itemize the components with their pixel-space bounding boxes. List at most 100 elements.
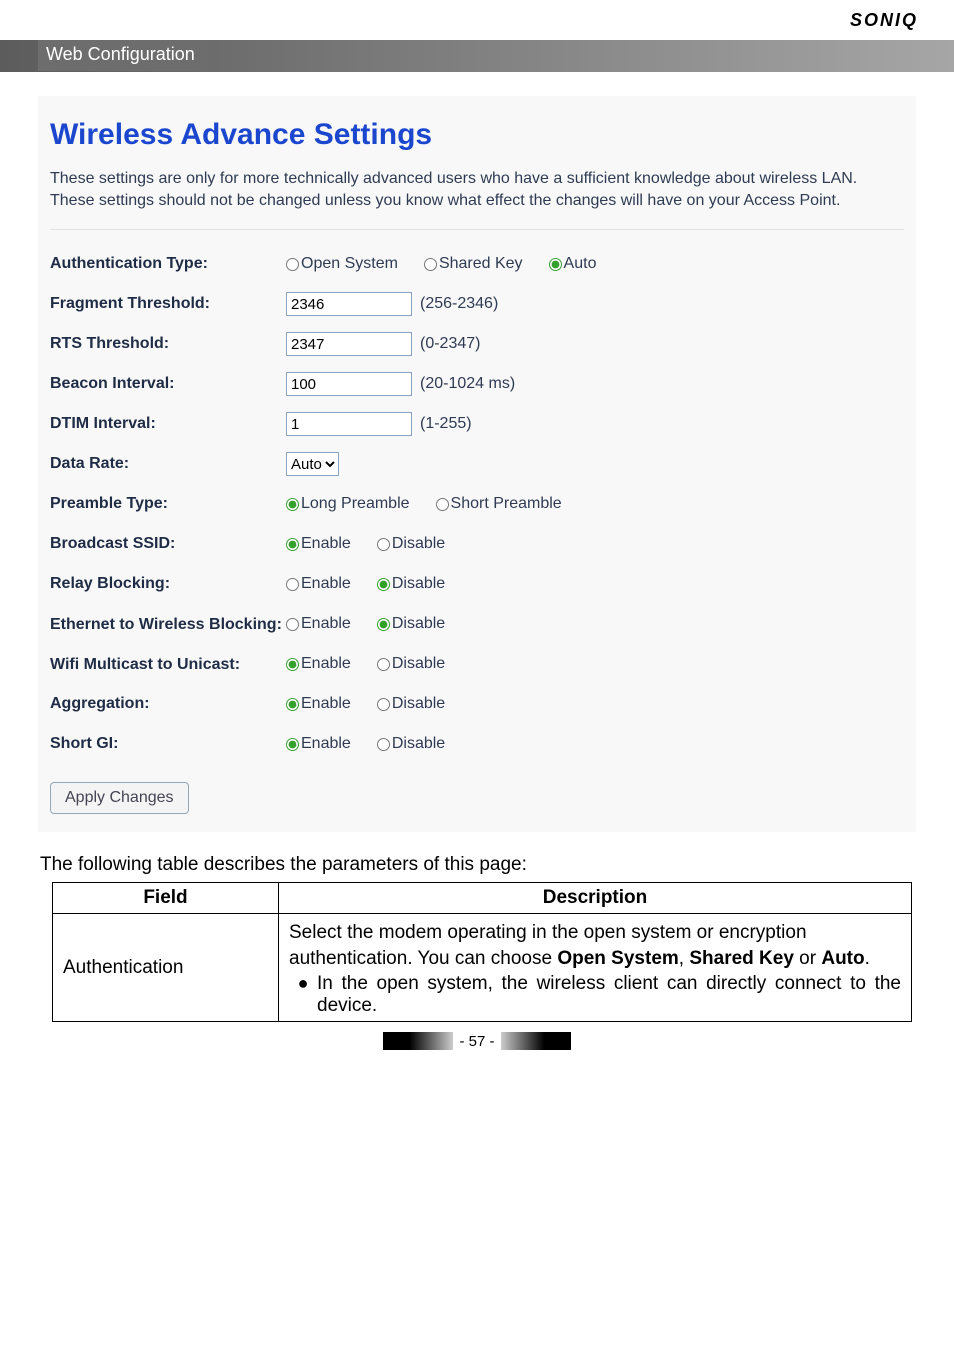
desc-bullet: ● In the open system, the wireless clien… xyxy=(289,973,901,1017)
eth2w-disable-option[interactable]: Disable xyxy=(377,615,445,633)
tab-web-configuration: Web Configuration xyxy=(38,40,207,71)
desc-line: Select the modem operating in the open s… xyxy=(289,920,901,971)
bssid-enable-radio[interactable] xyxy=(286,538,299,551)
eth2w-label: Ethernet to Wireless Blocking: xyxy=(50,615,286,634)
preamble-short-radio[interactable] xyxy=(436,498,449,511)
divider xyxy=(50,229,904,230)
mcast-disable-text: Disable xyxy=(392,655,445,673)
eth2w-disable-text: Disable xyxy=(392,615,445,633)
th-description: Description xyxy=(279,883,912,914)
bssid-enable-text: Enable xyxy=(301,535,351,553)
sgi-label: Short GI: xyxy=(50,735,286,753)
preamble-long-option[interactable]: Long Preamble xyxy=(286,495,410,513)
data-rate-label: Data Rate: xyxy=(50,455,286,473)
bssid-disable-option[interactable]: Disable xyxy=(377,535,445,553)
preamble-short-option[interactable]: Short Preamble xyxy=(436,495,562,513)
beacon-label: Beacon Interval: xyxy=(50,375,286,393)
tab-bar: Web Configuration xyxy=(0,40,954,72)
page-footer: - 57 - xyxy=(38,1028,916,1054)
eth2w-enable-text: Enable xyxy=(301,615,351,633)
eth2w-enable-radio[interactable] xyxy=(286,618,299,631)
auth-open-text: Open System xyxy=(301,255,398,273)
table-row: Authentication Select the modem operatin… xyxy=(53,914,912,1022)
dtim-input[interactable] xyxy=(286,412,412,436)
aggr-disable-radio[interactable] xyxy=(377,698,390,711)
auth-shared-option[interactable]: Shared Key xyxy=(424,255,523,273)
bssid-disable-radio[interactable] xyxy=(377,538,390,551)
page-title: Wireless Advance Settings xyxy=(50,118,904,152)
auth-type-label: Authentication Type: xyxy=(50,255,286,273)
eth2w-disable-radio[interactable] xyxy=(377,618,390,631)
aggr-enable-option[interactable]: Enable xyxy=(286,695,351,713)
bullet-text: In the open system, the wireless client … xyxy=(317,973,901,1017)
frag-input[interactable] xyxy=(286,292,412,316)
relay-disable-radio[interactable] xyxy=(377,578,390,591)
auth-open-option[interactable]: Open System xyxy=(286,255,398,273)
auth-auto-text: Auto xyxy=(564,255,597,273)
frag-range: (256-2346) xyxy=(420,295,498,313)
beacon-input[interactable] xyxy=(286,372,412,396)
sgi-enable-option[interactable]: Enable xyxy=(286,735,351,753)
desc-bold: Open System xyxy=(557,948,678,969)
mcast-enable-radio[interactable] xyxy=(286,658,299,671)
cell-field: Authentication xyxy=(53,914,279,1022)
page-number: - 57 - xyxy=(459,1033,494,1050)
aggr-label: Aggregation: xyxy=(50,695,286,713)
relay-disable-text: Disable xyxy=(392,575,445,593)
desc-bold: Auto xyxy=(821,948,864,969)
auth-auto-radio[interactable] xyxy=(549,258,562,271)
data-rate-select[interactable]: Auto xyxy=(286,452,339,476)
dtim-range: (1-255) xyxy=(420,415,472,433)
desc-text: . xyxy=(865,948,870,969)
frag-label: Fragment Threshold: xyxy=(50,295,286,313)
preamble-long-text: Long Preamble xyxy=(301,495,410,513)
aggr-disable-option[interactable]: Disable xyxy=(377,695,445,713)
desc-text: or xyxy=(794,948,821,969)
aggr-disable-text: Disable xyxy=(392,695,445,713)
desc-text: , xyxy=(679,948,690,969)
mcast-disable-option[interactable]: Disable xyxy=(377,655,445,673)
aggr-enable-radio[interactable] xyxy=(286,698,299,711)
page-description: These settings are only for more technic… xyxy=(50,168,904,211)
dtim-label: DTIM Interval: xyxy=(50,415,286,433)
beacon-range: (20-1024 ms) xyxy=(420,375,515,393)
eth2w-enable-option[interactable]: Enable xyxy=(286,615,351,633)
desc-bold: Shared Key xyxy=(689,948,794,969)
footer-decor-left xyxy=(383,1032,453,1050)
rts-input[interactable] xyxy=(286,332,412,356)
sgi-disable-radio[interactable] xyxy=(377,738,390,751)
auth-shared-text: Shared Key xyxy=(439,255,523,273)
auth-auto-option[interactable]: Auto xyxy=(549,255,597,273)
bullet-icon: ● xyxy=(289,973,317,1017)
bssid-enable-option[interactable]: Enable xyxy=(286,535,351,553)
relay-label: Relay Blocking: xyxy=(50,575,286,593)
relay-enable-text: Enable xyxy=(301,575,351,593)
footer-decor-right xyxy=(501,1032,571,1050)
rts-label: RTS Threshold: xyxy=(50,335,286,353)
apply-changes-button[interactable]: Apply Changes xyxy=(50,782,189,814)
mcast-disable-radio[interactable] xyxy=(377,658,390,671)
bssid-label: Broadcast SSID: xyxy=(50,535,286,553)
cell-description: Select the modem operating in the open s… xyxy=(279,914,912,1022)
relay-disable-option[interactable]: Disable xyxy=(377,575,445,593)
sgi-disable-text: Disable xyxy=(392,735,445,753)
sgi-disable-option[interactable]: Disable xyxy=(377,735,445,753)
relay-enable-radio[interactable] xyxy=(286,578,299,591)
settings-panel: Wireless Advance Settings These settings… xyxy=(38,96,916,832)
aggr-enable-text: Enable xyxy=(301,695,351,713)
auth-open-radio[interactable] xyxy=(286,258,299,271)
auth-shared-radio[interactable] xyxy=(424,258,437,271)
table-header-row: Field Description xyxy=(53,883,912,914)
preamble-long-radio[interactable] xyxy=(286,498,299,511)
th-field: Field xyxy=(53,883,279,914)
rts-range: (0-2347) xyxy=(420,335,480,353)
mcast-enable-text: Enable xyxy=(301,655,351,673)
mcast-enable-option[interactable]: Enable xyxy=(286,655,351,673)
bssid-disable-text: Disable xyxy=(392,535,445,553)
brand-logo: SONIQ xyxy=(850,10,918,31)
sgi-enable-radio[interactable] xyxy=(286,738,299,751)
preamble-label: Preamble Type: xyxy=(50,495,286,513)
parameters-table: Field Description Authentication Select … xyxy=(52,882,912,1022)
sgi-enable-text: Enable xyxy=(301,735,351,753)
relay-enable-option[interactable]: Enable xyxy=(286,575,351,593)
